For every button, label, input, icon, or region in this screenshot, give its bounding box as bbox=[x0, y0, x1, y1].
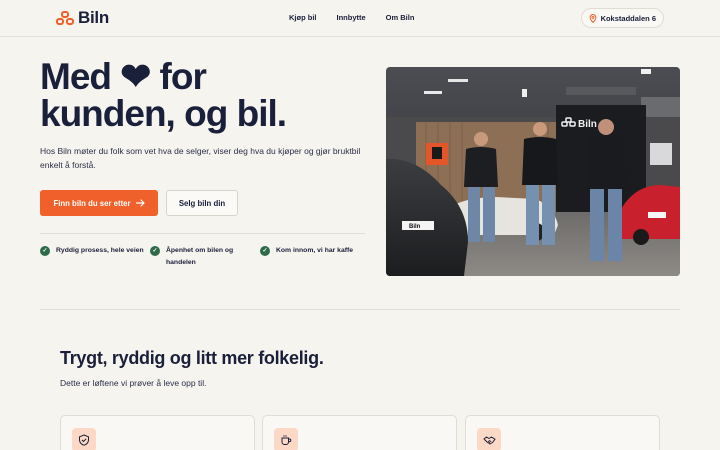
check-icon: ✓ bbox=[150, 246, 160, 256]
hero-title: Med ❤ for kunden, og bil. bbox=[40, 58, 370, 132]
feature-item: ✓ Åpenhet om bilen og handelen bbox=[150, 245, 260, 269]
hero-title-line-1: Med ❤ for bbox=[40, 56, 207, 97]
hero-description: Hos Biln møter du folk som vet hva de se… bbox=[40, 146, 361, 170]
check-icon: ✓ bbox=[260, 246, 270, 256]
top-nav: Biln Kjøp bil Innbytte Om Biln Kokstadda… bbox=[0, 0, 720, 37]
plate-text: Biln bbox=[409, 224, 421, 230]
nav-link-om-biln[interactable]: Om Biln bbox=[386, 13, 415, 22]
promise-card bbox=[262, 415, 457, 450]
sell-car-button-label: Selg biln din bbox=[178, 198, 226, 208]
logo-text: Biln bbox=[78, 8, 109, 27]
nav-link-kjop-bil[interactable]: Kjøp bil bbox=[289, 13, 317, 22]
handshake-icon bbox=[477, 428, 501, 450]
location-pin-icon bbox=[589, 13, 596, 23]
nav-link-innbytte[interactable]: Innbytte bbox=[337, 13, 366, 22]
location-button[interactable]: Kokstaddalen 6 bbox=[580, 8, 664, 28]
promise-card bbox=[60, 415, 255, 450]
location-label: Kokstaddalen 6 bbox=[600, 13, 656, 23]
section-divider bbox=[40, 309, 680, 310]
feature-item: ✓ Ryddig prosess, hele veien bbox=[40, 245, 150, 269]
promise-card bbox=[465, 415, 660, 450]
sell-car-button[interactable]: Selg biln din bbox=[166, 190, 238, 216]
promise-title: Trygt, ryddig og litt mer folkelig. bbox=[60, 348, 324, 368]
logo-mark-icon bbox=[56, 11, 74, 25]
check-icon: ✓ bbox=[40, 246, 50, 256]
coffee-cup-icon bbox=[274, 428, 298, 450]
nav-links: Kjøp bil Innbytte Om Biln bbox=[289, 13, 414, 22]
shield-icon bbox=[72, 428, 96, 450]
feature-label: Ryddig prosess, hele veien bbox=[56, 247, 144, 254]
logo[interactable]: Biln bbox=[56, 8, 109, 28]
promise-subtitle: Dette er løftene vi prøver å leve opp ti… bbox=[60, 378, 207, 388]
hero-photo: Biln Biln bbox=[386, 67, 680, 276]
feature-list: ✓ Ryddig prosess, hele veien ✓ Åpenhet o… bbox=[40, 245, 370, 269]
showroom-illustration: Biln Biln bbox=[386, 67, 680, 276]
find-car-button[interactable]: Finn biln du ser etter bbox=[40, 190, 158, 216]
find-car-button-label: Finn biln du ser etter bbox=[53, 198, 131, 208]
arrow-right-icon bbox=[135, 199, 145, 207]
hero-divider bbox=[40, 233, 365, 234]
feature-item: ✓ Kom innom, vi har kaffe bbox=[260, 245, 370, 269]
wall-sign-text: Biln bbox=[578, 119, 597, 130]
hero-title-line-2: kunden, og bil. bbox=[40, 93, 287, 134]
feature-label: Åpenhet om bilen og handelen bbox=[166, 247, 234, 266]
feature-label: Kom innom, vi har kaffe bbox=[276, 247, 354, 254]
